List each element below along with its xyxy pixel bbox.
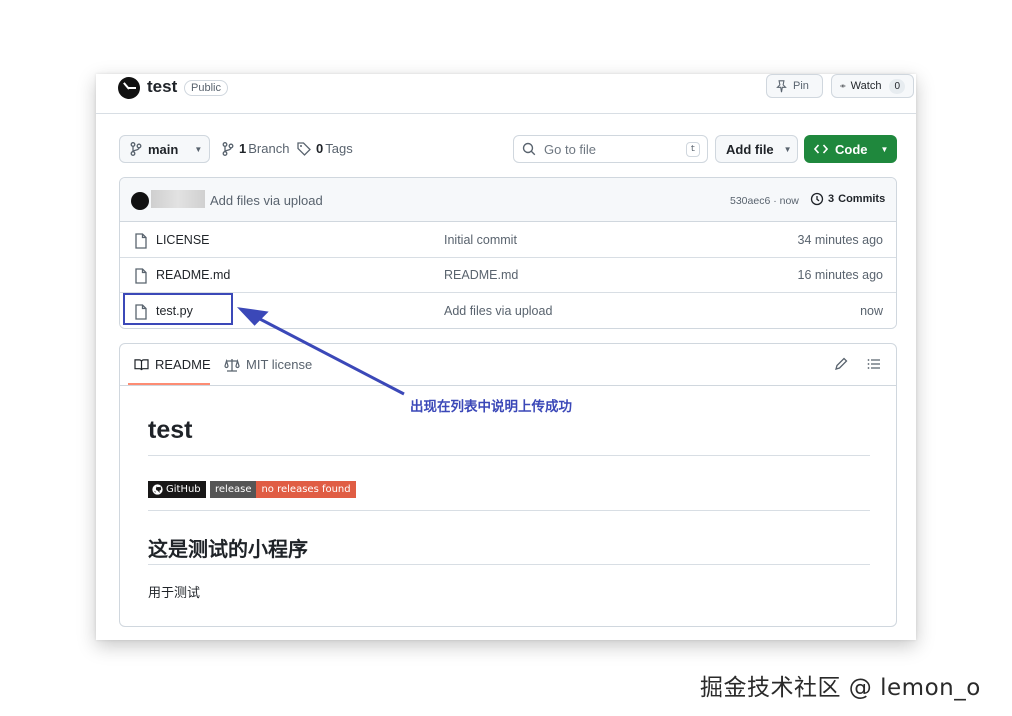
chevron-down-icon: ▼ (783, 144, 792, 154)
pencil-icon[interactable] (834, 357, 848, 371)
shortcut-key: t (686, 142, 700, 157)
github-shield-text: GitHub (166, 484, 201, 495)
file-age: 16 minutes ago (797, 268, 883, 282)
repo-page: test Public Pin Watch 0 main ▼ 1 Branch … (96, 74, 916, 640)
file-row[interactable]: LICENSE Initial commit 34 minutes ago (120, 223, 896, 258)
add-file-label: Add file (726, 141, 774, 157)
readme-subheading: 这是测试的小程序 (148, 537, 308, 561)
tab-license[interactable]: MIT license (224, 357, 312, 372)
repo-toolbar: main ▼ 1 Branch 0 Tags Go to file t Add … (96, 134, 916, 164)
git-branch-icon (130, 142, 142, 156)
owner-avatar[interactable] (118, 77, 140, 99)
github-icon (152, 484, 163, 495)
committer-avatar[interactable] (131, 192, 149, 210)
chevron-down-icon: ▼ (880, 144, 889, 154)
file-icon (135, 233, 147, 249)
branch-name: main (148, 141, 179, 157)
readme-panel: README MIT license test GitHub release n… (119, 343, 897, 627)
file-age: 34 minutes ago (797, 233, 883, 247)
committer-name-redacted (151, 190, 205, 208)
watch-label: Watch (850, 80, 882, 92)
file-commit-message[interactable]: Add files via upload (444, 304, 552, 318)
book-icon (134, 359, 149, 371)
file-row[interactable]: README.md README.md 16 minutes ago (120, 258, 896, 293)
release-shield-value: no releases found (256, 481, 356, 498)
release-shield-badge[interactable]: release no releases found (210, 481, 356, 498)
file-age: now (860, 304, 883, 318)
file-row[interactable]: test.py Add files via upload now (120, 294, 896, 328)
badge-divider (148, 510, 870, 511)
latest-commit-row: Add files via upload 530aec6 · now 3 Com… (120, 178, 896, 222)
add-file-button[interactable]: Add file ▼ (715, 135, 798, 163)
commits-count: 3 (828, 193, 835, 205)
readme-heading: test (148, 416, 193, 444)
file-commit-message[interactable]: README.md (444, 268, 518, 282)
repo-header: test Public Pin Watch 0 (96, 74, 916, 114)
branch-count: 1 (239, 141, 247, 156)
commit-hash[interactable]: 530aec6 · now (730, 195, 799, 207)
search-icon (522, 142, 536, 156)
pin-icon (776, 79, 787, 92)
active-tab-indicator (128, 383, 210, 385)
github-shield-badge[interactable]: GitHub (148, 481, 206, 498)
code-button[interactable]: Code ▼ (804, 135, 897, 163)
chevron-down-icon: ▼ (194, 144, 203, 154)
commits-link[interactable]: 3 Commits (810, 192, 885, 206)
history-icon (810, 192, 824, 206)
git-branch-icon (222, 141, 234, 156)
heading-divider (148, 455, 870, 456)
pin-label: Pin (793, 80, 809, 92)
branch-count-label: Branch (248, 141, 290, 156)
list-icon[interactable] (867, 357, 881, 371)
code-label: Code (835, 141, 868, 157)
readme-paragraph: 用于测试 (148, 586, 201, 601)
tag-icon (297, 141, 311, 156)
annotation-highlight-box (123, 293, 233, 325)
tab-readme-label: README (155, 357, 211, 372)
branches-link[interactable]: 1 Branch (222, 141, 289, 156)
file-table: Add files via upload 530aec6 · now 3 Com… (119, 177, 897, 329)
file-name[interactable]: README.md (156, 268, 230, 282)
tag-count-label: Tags (325, 141, 353, 156)
pin-button[interactable]: Pin (766, 74, 823, 98)
law-icon (224, 358, 240, 372)
latest-commit-message[interactable]: Add files via upload (210, 193, 323, 208)
go-to-file-placeholder: Go to file (544, 141, 597, 157)
repo-name[interactable]: test (147, 77, 177, 97)
eye-icon (840, 84, 846, 88)
readme-tabs: README MIT license (120, 344, 896, 386)
code-icon (814, 144, 828, 154)
file-name[interactable]: LICENSE (156, 233, 210, 247)
tab-readme[interactable]: README (134, 357, 211, 372)
branch-selector[interactable]: main ▼ (119, 135, 210, 163)
release-shield-label: release (210, 481, 257, 498)
commits-label: Commits (838, 193, 886, 205)
watch-count: 0 (889, 78, 905, 94)
watermark: 掘金技术社区 @ lemon_o (700, 675, 981, 701)
tag-count: 0 (316, 141, 324, 156)
annotation-text: 出现在列表中说明上传成功 (410, 399, 572, 415)
tags-link[interactable]: 0 Tags (297, 141, 353, 156)
file-commit-message[interactable]: Initial commit (444, 233, 517, 247)
subheading-divider (148, 564, 870, 565)
go-to-file-input[interactable]: Go to file t (513, 135, 708, 163)
tab-license-label: MIT license (246, 357, 313, 372)
file-icon (135, 268, 147, 284)
visibility-badge: Public (184, 80, 228, 96)
watch-button[interactable]: Watch 0 (831, 74, 914, 98)
